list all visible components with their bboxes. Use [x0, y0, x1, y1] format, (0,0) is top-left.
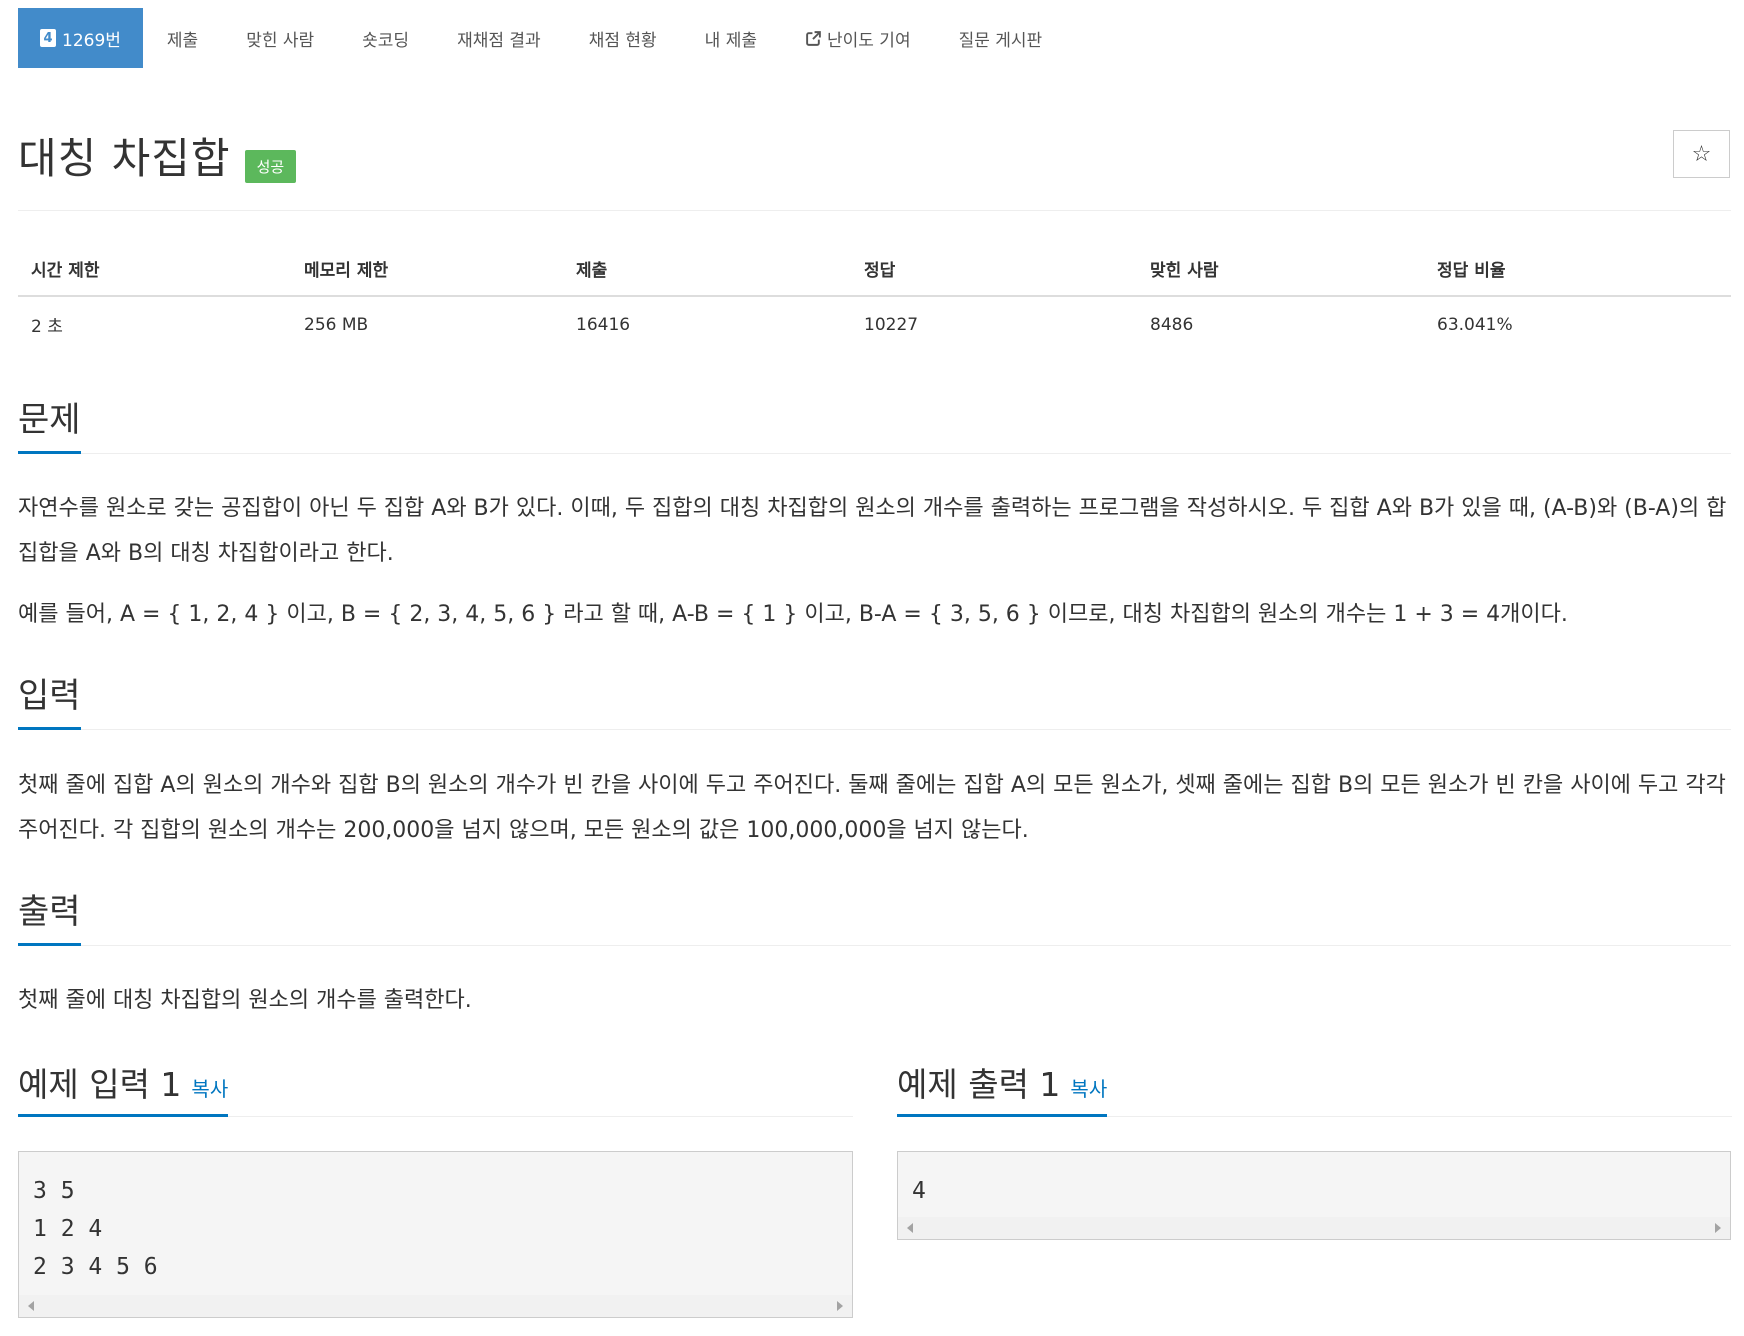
scroll-left-arrow-icon[interactable] — [907, 1223, 913, 1233]
sample-input-box[interactable]: 3 5 1 2 4 2 3 4 5 6 — [18, 1151, 853, 1318]
value-solved-users: 8486 — [1150, 314, 1194, 335]
sample-input-title: 예제 입력 1 — [18, 1065, 182, 1104]
status-badge: 성공 — [244, 150, 297, 183]
tab-qna-board[interactable]: 질문 게시판 — [935, 8, 1067, 68]
header-accepted: 정답 — [851, 244, 1137, 297]
sample-output-copy-button[interactable]: 복사 — [1070, 1077, 1107, 1101]
sample-output-title: 예제 출력 1 — [897, 1065, 1061, 1104]
tab-short-coding[interactable]: 숏코딩 — [338, 8, 433, 68]
sample-input-header: 예제 입력 1 복사 — [18, 1058, 853, 1117]
tab-rejudge-results-label: 재채점 결과 — [457, 30, 541, 51]
favorite-star-button[interactable]: ☆ — [1673, 130, 1730, 178]
value-time-limit: 2 초 — [31, 317, 63, 337]
sample-input-title-group: 예제 입력 1 복사 — [18, 1058, 229, 1117]
value-submissions: 16416 — [576, 314, 631, 335]
section-divider — [18, 945, 1731, 946]
header-time-limit: 시간 제한 — [18, 244, 291, 297]
title-divider — [18, 210, 1731, 211]
tab-solved-users-label: 맞힌 사람 — [246, 30, 315, 51]
tab-difficulty-contribution[interactable]: 난이도 기여 — [781, 8, 935, 68]
problem-page: 4 1269번 제출 맞힌 사람 숏코딩 재채점 결과 채점 현황 내 제출 난… — [0, 0, 1744, 1336]
input-title: 입력 — [18, 668, 81, 730]
description-paragraph-2: 예를 들어, A = { 1, 2, 4 } 이고, B = { 2, 3, 4… — [18, 602, 1568, 627]
sample-output-header: 예제 출력 1 복사 — [897, 1058, 1732, 1117]
info-table-row: 2 초 256 MB 16416 10227 8486 63.041% — [18, 296, 1731, 352]
tab-short-coding-label: 숏코딩 — [362, 30, 410, 51]
tab-solved-users[interactable]: 맞힌 사람 — [222, 8, 338, 68]
tab-submit[interactable]: 제출 — [143, 8, 222, 68]
sample-input-content: 3 5 1 2 4 2 3 4 5 6 — [33, 1178, 158, 1280]
tab-submit-label: 제출 — [166, 30, 199, 51]
header-submissions: 제출 — [563, 244, 851, 297]
value-accept-ratio: 63.041% — [1437, 314, 1513, 335]
input-section-header: 입력 — [18, 668, 1731, 730]
section-divider — [18, 729, 1731, 730]
tab-rejudge-results[interactable]: 재채점 결과 — [433, 8, 565, 68]
tab-difficulty-contribution-label: 난이도 기여 — [826, 30, 911, 51]
value-accepted: 10227 — [864, 314, 919, 335]
horizontal-scrollbar[interactable] — [19, 1295, 852, 1317]
tab-judge-status[interactable]: 채점 현황 — [565, 8, 681, 68]
header-memory-limit: 메모리 제한 — [291, 244, 563, 297]
title-row: 대칭 차집합 성공 — [18, 125, 297, 186]
tab-problem-label: 1269번 — [62, 30, 121, 51]
problem-number-badge-icon: 4 — [40, 29, 56, 47]
scroll-right-arrow-icon[interactable] — [837, 1301, 843, 1311]
tab-judge-status-label: 채점 현황 — [588, 30, 657, 51]
tab-problem[interactable]: 4 1269번 — [18, 8, 143, 68]
section-divider — [18, 453, 1731, 454]
sample-output-box[interactable]: 4 — [897, 1151, 1731, 1240]
info-table-header-row: 시간 제한 메모리 제한 제출 정답 맞힌 사람 정답 비율 — [18, 244, 1731, 297]
value-memory-limit: 256 MB — [304, 314, 369, 335]
problem-nav: 4 1269번 제출 맞힌 사람 숏코딩 재채점 결과 채점 현황 내 제출 난… — [18, 8, 1066, 68]
output-title: 출력 — [18, 884, 81, 946]
input-description: 첫째 줄에 집합 A의 원소의 개수와 집합 B의 원소의 개수가 빈 칸을 사… — [18, 773, 1726, 843]
external-link-icon — [805, 30, 822, 47]
tab-qna-board-label: 질문 게시판 — [958, 30, 1043, 51]
sample-input-copy-button[interactable]: 복사 — [191, 1077, 228, 1101]
scroll-left-arrow-icon[interactable] — [28, 1301, 34, 1311]
problem-info-table: 시간 제한 메모리 제한 제출 정답 맞힌 사람 정답 비율 2 초 256 M… — [18, 244, 1731, 352]
tab-my-submissions[interactable]: 내 제출 — [681, 8, 781, 68]
page-title: 대칭 차집합 — [18, 134, 231, 183]
horizontal-scrollbar[interactable] — [898, 1217, 1730, 1239]
scroll-right-arrow-icon[interactable] — [1715, 1223, 1721, 1233]
tab-my-submissions-label: 내 제출 — [704, 30, 757, 51]
output-description: 첫째 줄에 대칭 차집합의 원소의 개수를 출력한다. — [18, 988, 472, 1013]
description-title: 문제 — [18, 392, 81, 454]
output-section-header: 출력 — [18, 884, 1731, 946]
header-accept-ratio: 정답 비율 — [1424, 244, 1731, 297]
description-paragraph-1: 자연수를 원소로 갖는 공집합이 아닌 두 집합 A와 B가 있다. 이때, 두… — [18, 496, 1727, 566]
sample-output-content: 4 — [912, 1178, 926, 1204]
star-icon: ☆ — [1691, 141, 1712, 167]
header-solved-users: 맞힌 사람 — [1137, 244, 1424, 297]
description-section-header: 문제 — [18, 392, 1731, 454]
sample-output-title-group: 예제 출력 1 복사 — [897, 1058, 1108, 1117]
